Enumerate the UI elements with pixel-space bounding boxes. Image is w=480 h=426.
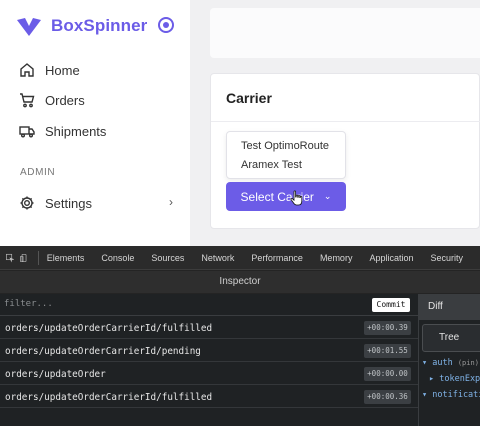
hand-cursor-icon	[290, 190, 303, 206]
devtools-tab-bar: Elements Console Sources Network Perform…	[0, 246, 480, 270]
tree-node-auth[interactable]: ▾ auth (pin)	[422, 358, 479, 368]
cart-icon	[20, 93, 35, 108]
tab-application[interactable]: Application	[369, 253, 413, 263]
card-title: Carrier	[226, 90, 272, 106]
action-time: +00:00.00	[364, 367, 411, 381]
section-label-admin: ADMIN	[20, 167, 56, 178]
sidebar-item-home[interactable]: Home	[19, 59, 80, 81]
action-time: +00:01.55	[364, 344, 411, 358]
sidebar-toggle-icon[interactable]	[158, 17, 174, 33]
select-carrier-button[interactable]: Select Carrier ⌄	[226, 182, 346, 211]
sidebar-item-label: Orders	[45, 92, 85, 108]
action-row[interactable]: orders/updateOrderCarrierId/pending +00:…	[0, 340, 418, 362]
tab-diff[interactable]: Diff	[419, 294, 480, 320]
filter-input[interactable]: filter...	[4, 299, 53, 309]
dropdown-option[interactable]: Aramex Test	[241, 159, 302, 171]
devtools-panel: Elements Console Sources Network Perform…	[0, 246, 480, 426]
action-time: +00:00.36	[364, 390, 411, 404]
truck-icon	[19, 126, 35, 138]
pin-label[interactable]: (pin)	[458, 359, 479, 367]
chevron-right-icon: ›	[169, 195, 173, 209]
sidebar-item-settings[interactable]: Settings ›	[19, 192, 173, 214]
action-time: +00:00.39	[364, 321, 411, 335]
action-name: orders/updateOrderCarrierId/fulfilled	[5, 392, 213, 403]
top-bar	[210, 8, 480, 58]
filter-row: filter... Commit	[0, 294, 418, 316]
action-name: orders/updateOrder	[5, 369, 106, 380]
tab-network[interactable]: Network	[201, 253, 234, 263]
sidebar-item-label: Home	[45, 62, 80, 78]
sidebar: BoxSpinner Home Orders Shipments ADMIN S…	[0, 0, 190, 246]
sidebar-item-label: Settings	[45, 195, 92, 211]
brand[interactable]: BoxSpinner	[16, 14, 174, 38]
dropdown-option[interactable]: Test OptimoRoute	[241, 140, 329, 152]
action-row[interactable]: orders/updateOrderCarrierId/fulfilled +0…	[0, 386, 418, 408]
action-name: orders/updateOrderCarrierId/pending	[5, 346, 201, 357]
carrier-dropdown-menu: Test OptimoRoute Aramex Test	[226, 131, 346, 179]
logo-icon	[17, 18, 41, 36]
action-list-pane: filter... Commit orders/updateOrderCarri…	[0, 294, 418, 426]
inspect-element-icon[interactable]	[6, 252, 15, 264]
tab-performance[interactable]: Performance	[251, 253, 303, 263]
divider	[211, 121, 480, 122]
device-toolbar-icon[interactable]	[20, 252, 28, 264]
tab-elements[interactable]: Elements	[47, 253, 85, 263]
state-pane: Diff Tree ▾ auth (pin) ▸ tokenExp ▾ noti…	[418, 294, 480, 426]
commit-button[interactable]: Commit	[372, 298, 410, 312]
tree-node-tokenexp[interactable]: ▸ tokenExp	[429, 374, 480, 384]
tree-node-notifications[interactable]: ▾ notificatio	[422, 390, 480, 400]
tab-security[interactable]: Security	[430, 253, 463, 263]
chevron-down-icon: ⌄	[323, 191, 332, 201]
inspector-title: Inspector	[0, 271, 480, 293]
app-window: BoxSpinner Home Orders Shipments ADMIN S…	[0, 0, 480, 246]
gear-icon	[20, 196, 34, 210]
action-name: orders/updateOrderCarrierId/fulfilled	[5, 323, 213, 334]
tab-console[interactable]: Console	[101, 253, 134, 263]
tab-tree[interactable]: Tree	[422, 324, 480, 352]
tab-memory[interactable]: Memory	[320, 253, 353, 263]
tab-sources[interactable]: Sources	[151, 253, 184, 263]
brand-name: BoxSpinner	[51, 16, 148, 35]
home-icon	[20, 63, 34, 77]
action-row[interactable]: orders/updateOrder +00:00.00	[0, 363, 418, 385]
divider	[38, 250, 39, 265]
tree-node-label: ▾ auth	[422, 358, 453, 368]
sidebar-item-orders[interactable]: Orders	[19, 89, 85, 111]
action-row[interactable]: orders/updateOrderCarrierId/fulfilled +0…	[0, 317, 418, 339]
sidebar-item-label: Shipments	[45, 123, 107, 139]
sidebar-item-shipments[interactable]: Shipments	[19, 120, 106, 142]
